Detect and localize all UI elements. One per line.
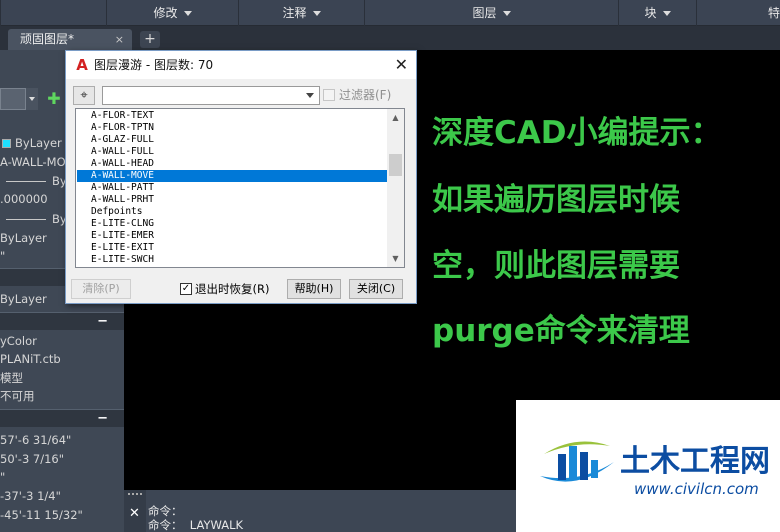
dialog-title: 图层漫游 - 图层数: 70 — [94, 58, 214, 72]
close-icon[interactable]: × — [115, 29, 124, 50]
ribbon-panel-annotate[interactable]: 注释 — [238, 0, 364, 26]
scroll-down-icon[interactable]: ▼ — [387, 250, 404, 267]
prop-transparency-value: ByLayer — [0, 231, 47, 245]
document-tab[interactable]: 顽固图层* × — [8, 29, 132, 50]
ribbon-panel-draw[interactable] — [0, 0, 106, 26]
chevron-down-icon — [502, 11, 511, 16]
ribbon-panel-label: 注释 — [282, 6, 307, 20]
document-tab-label: 顽固图层* — [20, 32, 75, 46]
restore-on-exit-checkbox[interactable]: ✓ — [180, 283, 192, 295]
prop-plot-style-value: yColor — [0, 334, 37, 348]
tip-line-3: 空，则此图层需要 — [432, 248, 680, 284]
command-line-grip[interactable]: ✕ — [124, 490, 146, 532]
chevron-down-icon — [312, 11, 321, 16]
tip-line-1: 深度CAD小编提示： — [432, 115, 722, 151]
close-icon[interactable]: ✕ — [395, 51, 408, 79]
collapse-icon: − — [97, 411, 108, 426]
grip-handle[interactable] — [128, 493, 142, 499]
layer-list-item[interactable]: A-WALL-MOVE — [77, 170, 387, 182]
layer-walk-dialog: A 图层漫游 - 图层数: 70 ✕ ⌖ 过滤器(F) A-FLOR-TEXT A… — [65, 50, 417, 304]
tip-line-4: purge命令来清理 — [432, 313, 690, 349]
scroll-up-icon[interactable]: ▲ — [387, 109, 404, 126]
layer-list[interactable]: A-FLOR-TEXT A-FLOR-TPTN A-GLAZ-FULL A-WALL-… — [75, 108, 405, 268]
civilcn-logo — [540, 441, 614, 482]
ribbon-panel-label: 块 — [644, 6, 657, 20]
ribbon-panel-label: 图层 — [472, 6, 497, 20]
ribbon-panel-modify[interactable]: 修改 — [106, 0, 238, 26]
layer-list-item[interactable]: A-WALL-FULL — [77, 146, 387, 158]
prop-color-value: ByLayer — [15, 136, 62, 150]
filter-checkbox[interactable] — [323, 89, 335, 101]
section-header-view[interactable]: − — [0, 409, 124, 427]
ribbon-panel-block[interactable]: 块 — [618, 0, 696, 26]
collapse-icon: − — [97, 314, 108, 329]
layer-list-item[interactable]: E-LITE-EMER — [77, 230, 387, 242]
prop-geom-2-value: 50'-3 7/16" — [0, 452, 65, 466]
ribbon-panel-label: 特 — [767, 6, 780, 20]
help-button[interactable]: 帮助(H) — [287, 279, 341, 299]
layer-list-item[interactable]: A-WALL-PATT — [77, 182, 387, 194]
ribbon-panel-properties[interactable]: 特 — [696, 0, 780, 26]
close-icon[interactable]: ✕ — [129, 506, 140, 521]
prop-hyperlink-value: " — [0, 249, 6, 263]
autocad-logo-icon: A — [76, 56, 88, 74]
prop-geom-4-value: -37'-3 1/4" — [0, 489, 61, 503]
prop-ltscale-value: .000000 — [0, 192, 48, 206]
prop-geom-1-value: 57'-6 31/64" — [0, 433, 72, 447]
chevron-down-icon[interactable] — [25, 88, 38, 110]
layer-list-item[interactable]: A-FLOR-TEXT — [77, 110, 387, 122]
layer-list-item[interactable]: A-FLOR-TPTN — [77, 122, 387, 134]
site-watermark: 土木工程网 www.civilcn.com — [516, 400, 780, 532]
prop-geom-5[interactable]: -45'-11 15/32" — [0, 504, 124, 526]
dialog-title-bar[interactable]: A 图层漫游 - 图层数: 70 ✕ — [66, 51, 416, 79]
prop-layer-value: A-WALL-MO — [0, 155, 66, 169]
document-tab-strip: 顽固图层* × + — [0, 26, 780, 50]
prop-geom-3-value: " — [0, 470, 6, 484]
prop-plot-attach-state-value: 不可用 — [0, 389, 35, 403]
chevron-down-icon — [662, 11, 671, 16]
layer-list-item[interactable]: E-LITE-CLNG — [77, 218, 387, 230]
ribbon-panel-bar: 修改 注释 图层 块 特 — [0, 0, 780, 26]
layer-list-scrollbar[interactable]: ▲ ▼ — [387, 109, 404, 267]
layer-list-item[interactable]: A-WALL-HEAD — [77, 158, 387, 170]
prop-plot-attach-state[interactable]: 不可用 — [0, 385, 124, 407]
watermark-name: 土木工程网 — [620, 444, 770, 479]
tip-line-2: 如果遍历图层时候 — [432, 182, 680, 218]
layer-list-item[interactable]: A-WALL-PRHT — [77, 194, 387, 206]
layer-list-item[interactable]: A-GLAZ-FULL — [77, 134, 387, 146]
ribbon-panel-layers[interactable]: 图层 — [364, 0, 618, 26]
chevron-down-icon — [183, 11, 192, 16]
prop-geom-5-value: -45'-11 15/32" — [0, 508, 83, 522]
layer-list-item[interactable]: E-LITE-EXIT — [77, 242, 387, 254]
command-line[interactable]: ✕ 命令： 命令： LAYWALK — [124, 490, 516, 532]
layer-list-item[interactable]: Defpoints — [77, 206, 387, 218]
layer-list-item[interactable]: E-LITE-SWCH — [77, 254, 387, 266]
new-tab-button[interactable]: + — [140, 31, 160, 48]
close-button[interactable]: 关闭(C) — [349, 279, 403, 299]
purge-button[interactable]: 清除(P) — [71, 279, 131, 299]
command-history-line: 命令： LAYWALK — [148, 518, 244, 532]
watermark-url: www.civilcn.com — [634, 480, 759, 498]
section-header-plot[interactable]: − — [0, 312, 124, 330]
prop-thickness-value: ByLayer — [0, 292, 47, 306]
prop-plot-table-value: PLANiT.ctb — [0, 352, 61, 366]
quick-select-icon[interactable]: ✚ — [44, 89, 64, 109]
ribbon-panel-label: 修改 — [153, 6, 178, 20]
lineweight-sample — [6, 219, 46, 220]
select-objects-button[interactable]: ⌖ — [73, 86, 95, 105]
color-swatch — [2, 139, 11, 148]
autocad-window: 修改 注释 图层 块 特 顽固图层* × + ✚ ByLayer A-WALL-… — [0, 0, 780, 532]
scroll-thumb[interactable] — [389, 154, 402, 176]
restore-on-exit-label: 退出时恢复(R) — [195, 282, 270, 296]
layer-list-item[interactable]: E-LITE-WALL — [77, 266, 387, 267]
linetype-sample — [6, 181, 46, 182]
filter-combo[interactable] — [102, 86, 320, 105]
filter-label: 过滤器(F) — [339, 88, 392, 102]
prop-plot-attach-value: 模型 — [0, 371, 23, 385]
